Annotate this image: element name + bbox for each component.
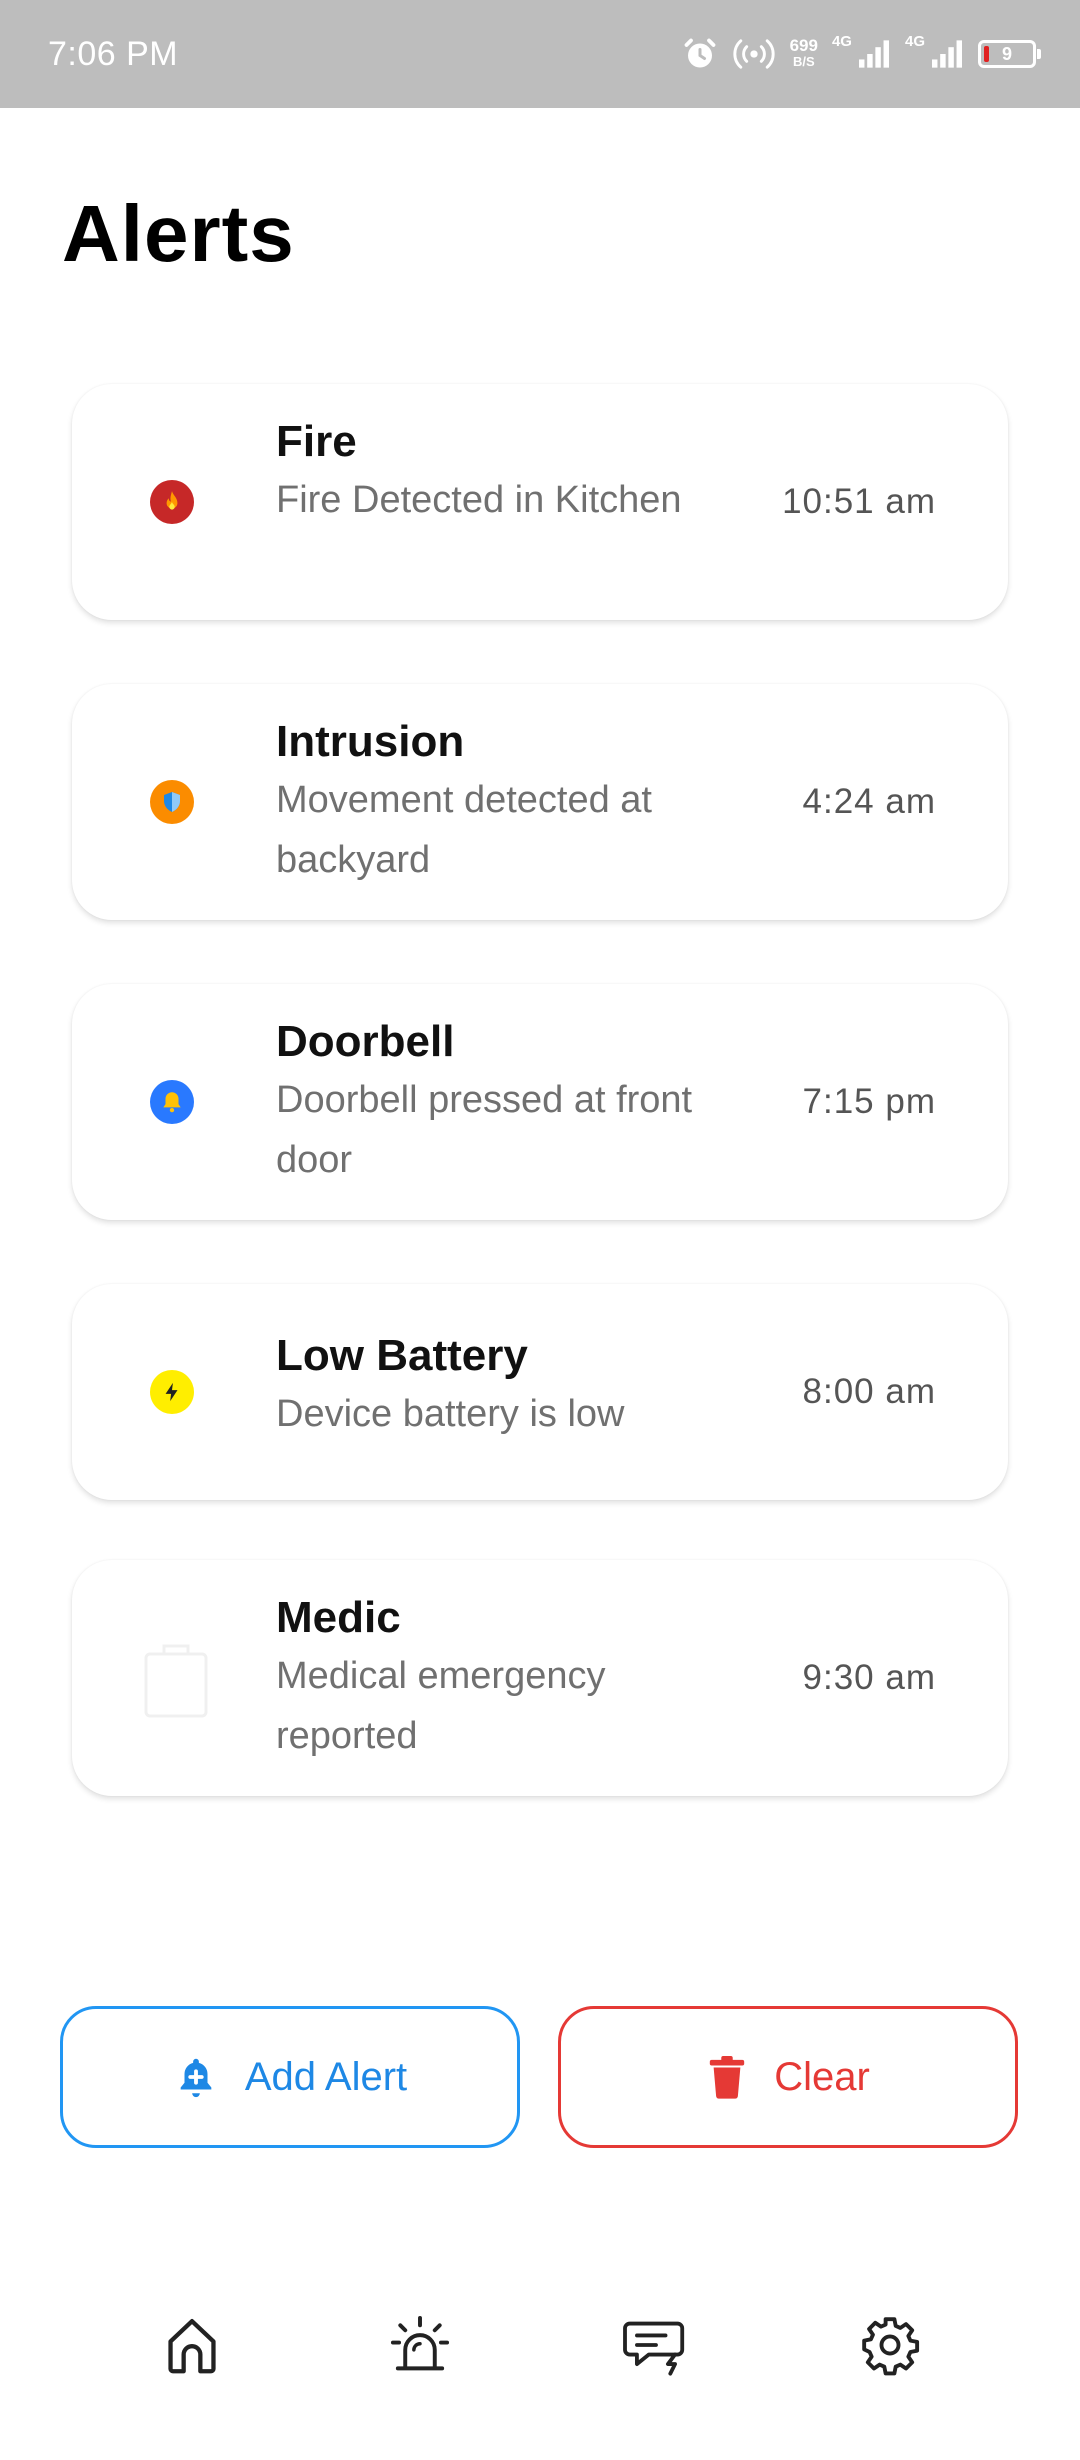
clear-button[interactable]: Clear xyxy=(558,2006,1018,2148)
siren-icon xyxy=(388,2313,452,2377)
alert-title: Fire xyxy=(276,417,357,466)
network-speed: 699 B/S xyxy=(789,36,818,70)
alert-description: Fire Detected in Kitchen xyxy=(276,479,682,521)
bolt-icon xyxy=(150,1370,194,1414)
alert-time: 10:51 am xyxy=(782,482,936,521)
alert-time: 8:00 am xyxy=(802,1372,936,1411)
medical-bag-icon xyxy=(138,1630,214,1722)
alert-description: Movement detected at backyard xyxy=(276,779,652,881)
alert-title: Intrusion xyxy=(276,717,465,766)
alert-description: Device battery is low xyxy=(276,1393,625,1435)
message-alert-icon xyxy=(622,2314,690,2376)
alert-text: Intrusion Movement detected at backyard xyxy=(276,714,756,890)
nav-alerts[interactable] xyxy=(375,2300,465,2390)
alert-description: Medical emergency reported xyxy=(276,1655,606,1757)
alert-time: 4:24 am xyxy=(802,782,936,821)
add-alert-label: Add Alert xyxy=(244,2054,408,2099)
alert-title: Low Battery xyxy=(276,1331,528,1380)
alert-time: 7:15 pm xyxy=(802,1082,936,1121)
bell-plus-icon xyxy=(173,2054,219,2100)
alarm-clock-icon xyxy=(682,36,718,72)
add-alert-button[interactable]: Add Alert xyxy=(60,2006,520,2148)
alert-text: Fire Fire Detected in Kitchen xyxy=(276,414,756,530)
alert-description: Doorbell pressed at front door xyxy=(276,1079,693,1181)
network-speed-value: 699 xyxy=(789,36,818,55)
hotspot-icon xyxy=(732,36,776,72)
page-title: Alerts xyxy=(62,189,295,278)
alert-card-medic[interactable]: Medic Medical emergency reported 9:30 am xyxy=(72,1560,1008,1796)
gear-icon xyxy=(859,2314,921,2376)
nav-settings[interactable] xyxy=(845,2300,935,2390)
status-bar: 7:06 PM 699 B/S 4G 4G 9 xyxy=(0,0,1080,108)
fire-icon xyxy=(150,480,194,524)
nav-messages[interactable] xyxy=(611,2300,701,2390)
alert-card-intrusion[interactable]: Intrusion Movement detected at backyard … xyxy=(72,684,1008,920)
sim2-network-label: 4G xyxy=(904,33,925,50)
bell-icon xyxy=(150,1080,194,1124)
alert-text: Medic Medical emergency reported xyxy=(276,1590,756,1766)
shield-icon xyxy=(150,780,194,824)
sim1-network-label: 4G xyxy=(831,33,852,50)
trash-icon xyxy=(706,2054,748,2100)
battery-icon: 9 xyxy=(978,40,1041,68)
signal-sim2-icon: 4G xyxy=(905,33,964,69)
network-speed-unit: B/S xyxy=(792,54,815,69)
battery-level: 9 xyxy=(1001,43,1012,64)
status-time: 7:06 PM xyxy=(48,34,179,73)
signal-sim1-icon: 4G xyxy=(832,33,891,69)
alert-title: Medic xyxy=(276,1593,401,1642)
alert-title: Doorbell xyxy=(276,1017,455,1066)
battery-fill xyxy=(984,46,989,62)
nav-home[interactable] xyxy=(147,2300,237,2390)
bottom-nav xyxy=(0,2300,1080,2390)
alert-card-doorbell[interactable]: Doorbell Doorbell pressed at front door … xyxy=(72,984,1008,1220)
alert-text: Low Battery Device battery is low xyxy=(276,1328,756,1444)
alert-card-fire[interactable]: Fire Fire Detected in Kitchen 10:51 am xyxy=(72,384,1008,620)
alert-text: Doorbell Doorbell pressed at front door xyxy=(276,1014,756,1190)
alert-card-low-battery[interactable]: Low Battery Device battery is low 8:00 a… xyxy=(72,1284,1008,1500)
alert-time: 9:30 am xyxy=(802,1658,936,1697)
status-icons: 699 B/S 4G 4G 9 xyxy=(682,33,1041,72)
home-icon xyxy=(163,2314,221,2376)
clear-label: Clear xyxy=(774,2054,870,2099)
